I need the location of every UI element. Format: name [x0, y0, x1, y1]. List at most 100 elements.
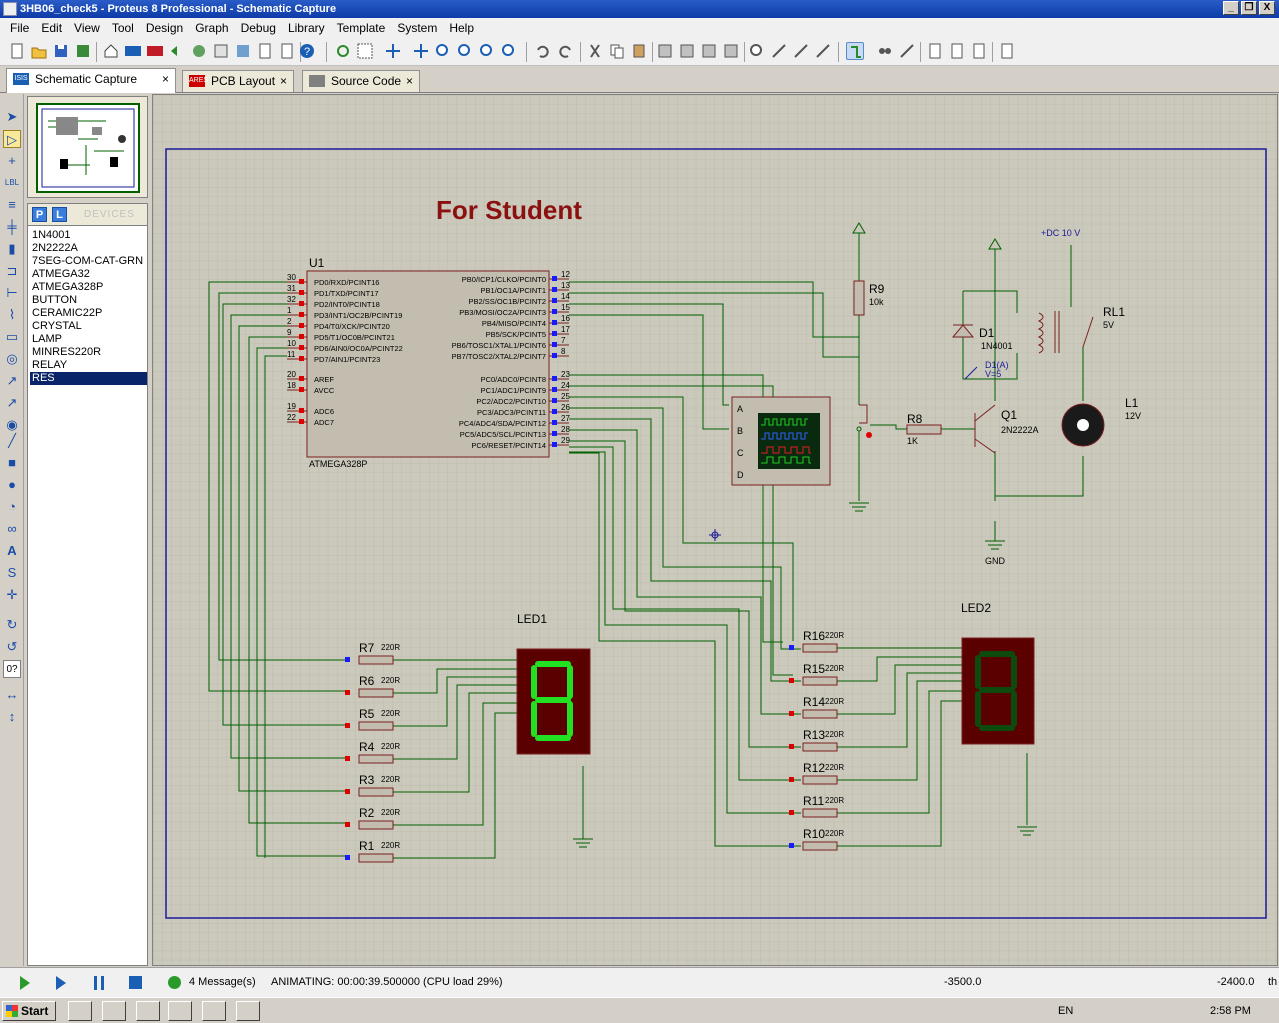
- subcircuit-mode-icon[interactable]: ▮: [3, 240, 21, 258]
- menu-graph[interactable]: Graph: [189, 21, 234, 35]
- back-icon[interactable]: [168, 42, 186, 60]
- zoom-area-icon[interactable]: [500, 42, 518, 60]
- circle-mode-icon[interactable]: ●: [3, 476, 21, 494]
- packaging-icon[interactable]: [814, 42, 832, 60]
- current-probe-icon[interactable]: ↗: [3, 394, 21, 412]
- menu-system[interactable]: System: [391, 21, 443, 35]
- open-folder-icon[interactable]: [30, 42, 48, 60]
- line-mode-icon[interactable]: ╱: [3, 432, 21, 450]
- help-icon[interactable]: ?: [298, 42, 316, 60]
- pause-button[interactable]: [94, 976, 104, 990]
- junction-mode-icon[interactable]: +: [3, 152, 21, 170]
- zoom-in-icon[interactable]: [434, 42, 452, 60]
- refresh-icon[interactable]: [334, 42, 352, 60]
- schematic-canvas[interactable]: For Student U1 ATMEGA328P 30 PD0/RXD/PCIN…: [152, 94, 1278, 966]
- menu-edit[interactable]: Edit: [35, 21, 68, 35]
- arc-mode-icon[interactable]: ◔: [3, 498, 21, 516]
- menu-help[interactable]: Help: [443, 21, 480, 35]
- redo-icon[interactable]: [556, 42, 574, 60]
- decompose-icon[interactable]: [792, 42, 810, 60]
- make-device-icon[interactable]: [770, 42, 788, 60]
- device-item-1n4001[interactable]: 1N4001: [30, 229, 147, 242]
- step-button[interactable]: [56, 976, 66, 990]
- voltage-probe-icon[interactable]: ↗: [3, 372, 21, 390]
- mcu-u1[interactable]: U1 ATMEGA328P 30 PD0/RXD/PCINT16 31 PD1/TXD…: [287, 256, 570, 469]
- message-count[interactable]: 4 Message(s): [189, 976, 256, 988]
- menu-design[interactable]: Design: [140, 21, 189, 35]
- generator-mode-icon[interactable]: ◎: [3, 350, 21, 368]
- close-icon[interactable]: ×: [406, 71, 413, 91]
- chrome-icon[interactable]: [168, 1001, 192, 1021]
- text-script-mode-icon[interactable]: ≡: [3, 196, 21, 214]
- wire-label-mode-icon[interactable]: LBL: [3, 174, 21, 192]
- device-item-relay[interactable]: RELAY: [30, 359, 147, 372]
- device-item-atmega328p[interactable]: ATMEGA328P: [30, 281, 147, 294]
- menu-view[interactable]: View: [68, 21, 106, 35]
- symbol-mode-icon[interactable]: S: [3, 564, 21, 582]
- close-icon[interactable]: ×: [280, 71, 287, 91]
- new-file-icon[interactable]: [8, 42, 26, 60]
- menu-tool[interactable]: Tool: [106, 21, 140, 35]
- device-item-2n2222a[interactable]: 2N2222A: [30, 242, 147, 255]
- path-mode-icon[interactable]: ∞: [3, 520, 21, 538]
- pick-devices-button[interactable]: P: [32, 207, 47, 222]
- property-tool-icon[interactable]: [898, 42, 916, 60]
- angle-field[interactable]: 0?: [3, 660, 21, 678]
- pick-device-icon[interactable]: [748, 42, 766, 60]
- origin-icon[interactable]: [384, 42, 402, 60]
- language-indicator[interactable]: EN: [1058, 1005, 1073, 1017]
- save-icon[interactable]: [52, 42, 70, 60]
- tape-recorder-icon[interactable]: ▭: [3, 328, 21, 346]
- grid-icon[interactable]: [356, 42, 374, 60]
- menu-template[interactable]: Template: [331, 21, 392, 35]
- home-icon[interactable]: [102, 42, 120, 60]
- remove-sheet-icon[interactable]: [948, 42, 966, 60]
- proteus-taskbar-icon[interactable]: [202, 1001, 226, 1021]
- device-item-button[interactable]: BUTTON: [30, 294, 147, 307]
- undo-icon[interactable]: [534, 42, 552, 60]
- box-mode-icon[interactable]: ■: [3, 454, 21, 472]
- minimize-button[interactable]: _: [1223, 1, 1239, 15]
- x-mirror-icon[interactable]: ↔: [3, 686, 21, 704]
- notes-icon[interactable]: [278, 42, 296, 60]
- device-pins-mode-icon[interactable]: ⊢: [3, 284, 21, 302]
- buses-mode-icon[interactable]: ╪: [3, 218, 21, 236]
- report-icon[interactable]: [256, 42, 274, 60]
- block-move-icon[interactable]: [678, 42, 696, 60]
- play-button[interactable]: [20, 976, 30, 990]
- tab-pcb-layout[interactable]: ARES PCB Layout ×: [182, 70, 294, 92]
- device-item-ceramic22p[interactable]: CERAMIC22P: [30, 307, 147, 320]
- overview-window[interactable]: [27, 96, 148, 198]
- menu-library[interactable]: Library: [282, 21, 331, 35]
- device-item-res[interactable]: RES: [30, 372, 147, 385]
- y-mirror-icon[interactable]: ↕: [3, 708, 21, 726]
- running-app-icon[interactable]: [236, 1001, 260, 1021]
- gerber-icon[interactable]: [234, 42, 252, 60]
- tab-source-code[interactable]: Source Code ×: [302, 70, 420, 92]
- device-item-lamp[interactable]: LAMP: [30, 333, 147, 346]
- paste-icon[interactable]: [630, 42, 648, 60]
- close-icon[interactable]: ×: [162, 69, 169, 89]
- component-icon[interactable]: [190, 42, 208, 60]
- marker-mode-icon[interactable]: ✛: [3, 586, 21, 604]
- zoom-all-icon[interactable]: [478, 42, 496, 60]
- block-delete-icon[interactable]: [722, 42, 740, 60]
- text-mode-icon[interactable]: A: [3, 542, 21, 560]
- ares-icon[interactable]: [146, 42, 164, 60]
- library-manager-button[interactable]: L: [52, 207, 67, 222]
- restore-button[interactable]: ❐: [1241, 1, 1257, 15]
- device-item-7seg[interactable]: 7SEG-COM-CAT-GRN: [30, 255, 147, 268]
- stop-button[interactable]: [129, 976, 142, 989]
- bom-icon[interactable]: [212, 42, 230, 60]
- copy-icon[interactable]: [608, 42, 626, 60]
- device-item-crystal[interactable]: CRYSTAL: [30, 320, 147, 333]
- isis-icon[interactable]: [124, 42, 142, 60]
- media-player-icon[interactable]: [136, 1001, 160, 1021]
- tab-schematic-capture[interactable]: ISIS Schematic Capture ×: [6, 68, 176, 93]
- rotate-clockwise-icon[interactable]: ↻: [3, 616, 21, 634]
- exit-parent-icon[interactable]: [970, 42, 988, 60]
- new-sheet-icon[interactable]: [926, 42, 944, 60]
- device-item-minres220r[interactable]: MINRES220R: [30, 346, 147, 359]
- component-mode-icon[interactable]: ▷: [3, 130, 21, 148]
- import-icon[interactable]: [74, 42, 92, 60]
